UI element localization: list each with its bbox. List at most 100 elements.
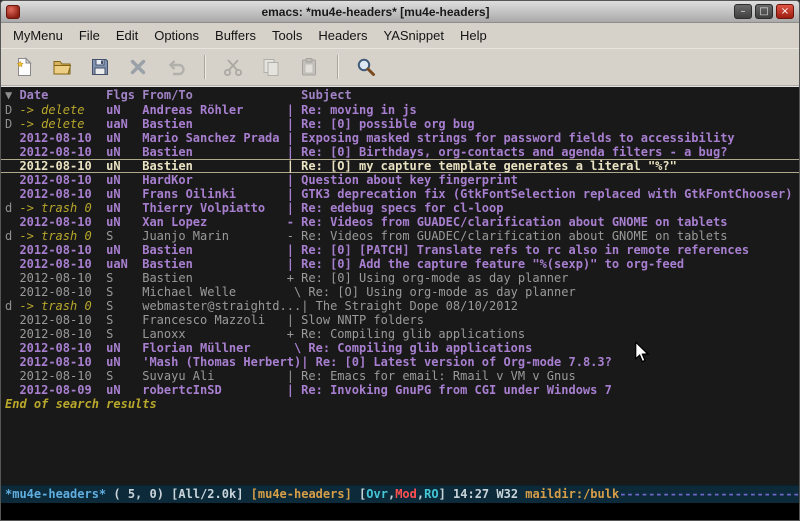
flags-cell: uN [106, 383, 142, 397]
from-cell: Xan Lopez [142, 215, 286, 229]
flags-cell: uN [106, 215, 142, 229]
open-folder-icon[interactable] [47, 52, 77, 82]
column-header-date[interactable]: Date [19, 87, 106, 103]
save-icon[interactable] [85, 52, 115, 82]
subject-cell: | Question about key fingerprint [287, 173, 518, 187]
menu-item-headers[interactable]: Headers [310, 25, 375, 46]
message-row[interactable]: D-> deleteuNAndreas Röhler| Re: moving i… [1, 103, 799, 117]
search-icon[interactable] [351, 52, 381, 82]
message-row[interactable]: d-> trash 0SJuanjo Marin- Re: Videos fro… [1, 229, 799, 243]
mark-cell [5, 131, 19, 145]
mark-cell: d [5, 201, 19, 215]
subject-cell: \ Re: Compiling glib applications [287, 341, 533, 355]
close-button[interactable]: × [776, 4, 794, 19]
mark-cell [5, 257, 19, 271]
date-cell: 2012-08-10 [19, 341, 106, 355]
date-cell: 2012-08-10 [19, 327, 106, 341]
modeline-segment: maildir:/bulk [525, 487, 619, 501]
message-row[interactable]: 2012-08-10SBastien+ Re: [0] Using org-mo… [1, 271, 799, 285]
message-row[interactable]: 2012-08-10uNFrans Oilinki| GTK3 deprecat… [1, 187, 799, 201]
menu-item-tools[interactable]: Tools [264, 25, 310, 46]
subject-cell: | Re: [0] Add the capture feature "%(sex… [287, 257, 684, 271]
from-cell: Suvayu Ali [142, 369, 286, 383]
message-row[interactable]: 2012-08-10uN'Mash (Thomas Herbert)| Re: … [1, 355, 799, 369]
from-cell: HardKor [142, 173, 286, 187]
from-cell: Frans Oilinki [142, 187, 286, 201]
subject-cell: | Re: Invoking GnuPG from CGI under Wind… [287, 383, 612, 397]
new-file-icon[interactable] [9, 52, 39, 82]
message-row[interactable]: 2012-08-10SSuvayu Ali| Re: Emacs for ema… [1, 369, 799, 383]
subject-cell: | Re: moving in js [287, 103, 417, 117]
titlebar[interactable]: emacs: *mu4e-headers* [mu4e-headers] –□× [1, 1, 799, 23]
message-row[interactable]: 2012-08-10uNXan Lopez- Re: Videos from G… [1, 215, 799, 229]
modeline-segment: ] [439, 487, 453, 501]
mark-cell [5, 313, 19, 327]
menu-item-edit[interactable]: Edit [108, 25, 146, 46]
message-row[interactable]: 2012-08-10uNHardKor| Question about key … [1, 173, 799, 187]
echo-area[interactable] [1, 503, 799, 520]
column-header-subject[interactable]: Subject [287, 87, 352, 103]
message-row[interactable]: d-> trash 0uNThierry Volpiatto| Re: edeb… [1, 201, 799, 215]
from-cell: Lanoxx [142, 327, 286, 341]
close-buffer-icon[interactable] [123, 52, 153, 82]
sort-indicator-icon[interactable]: ▼ [5, 87, 19, 103]
flags-cell: S [106, 285, 142, 299]
modeline-segment: Mod [395, 487, 417, 501]
mark-cell [5, 369, 19, 383]
window-controls: –□× [731, 4, 794, 19]
menu-item-file[interactable]: File [71, 25, 108, 46]
subject-cell: | The Straight Dope 08/10/2012 [301, 299, 518, 313]
subject-cell: | Slow NNTP folders [287, 313, 424, 327]
message-row[interactable]: 2012-08-10uNBastien| Re: [0] [PATCH] Tra… [1, 243, 799, 257]
column-header-flags[interactable]: Flgs [106, 87, 142, 103]
date-cell: 2012-08-09 [19, 383, 106, 397]
modeline[interactable]: *mu4e-headers* ( 5, 0) [All/2.0k] [mu4e-… [1, 485, 799, 503]
menu-item-yasnippet[interactable]: YASnippet [375, 25, 451, 46]
subject-cell: | Re: [0] Birthdays, org-contacts and ag… [287, 145, 728, 159]
date-cell: -> delete [19, 117, 106, 131]
from-cell: Michael Welle [142, 285, 286, 299]
mark-cell [5, 341, 19, 355]
message-list: D-> deleteuNAndreas Röhler| Re: moving i… [1, 103, 799, 397]
mark-cell [5, 285, 19, 299]
message-row[interactable]: 2012-08-10SFrancesco Mazzoli| Slow NNTP … [1, 313, 799, 327]
date-cell: 2012-08-10 [19, 160, 106, 172]
message-row[interactable]: 2012-08-10uNMario Sanchez Prada| Exposin… [1, 131, 799, 145]
message-row[interactable]: D-> deleteuaNBastien| Re: [0] possible o… [1, 117, 799, 131]
menu-item-help[interactable]: Help [452, 25, 495, 46]
message-row[interactable]: 2012-08-10uNBastien| Re: [O] my capture … [1, 159, 799, 173]
column-header-from[interactable]: From/To [142, 87, 286, 103]
flags-cell: uN [106, 173, 142, 187]
mark-cell [5, 187, 19, 201]
subject-cell: + Re: [0] Using org-mode as day planner [287, 271, 569, 285]
from-cell: Bastien [142, 257, 286, 271]
subject-cell: + Re: Compiling glib applications [287, 327, 525, 341]
end-of-results-text: End of search results [1, 397, 799, 411]
mu4e-headers-buffer: ▼ Date Flgs From/To Subject D-> deleteuN… [1, 86, 799, 485]
menu-item-options[interactable]: Options [146, 25, 207, 46]
cut-icon [218, 52, 248, 82]
menu-item-mymenu[interactable]: MyMenu [5, 25, 71, 46]
flags-cell: S [106, 229, 142, 243]
from-cell: Florian Müllner [142, 341, 286, 355]
message-row[interactable]: 2012-08-10SLanoxx+ Re: Compiling glib ap… [1, 327, 799, 341]
menu-item-buffers[interactable]: Buffers [207, 25, 264, 46]
date-cell: 2012-08-10 [19, 131, 106, 145]
minimize-button[interactable]: – [734, 4, 752, 19]
message-row[interactable]: 2012-08-09uNrobertcInSD| Re: Invoking Gn… [1, 383, 799, 397]
modeline-segment: Ovr [366, 487, 388, 501]
mark-cell [5, 383, 19, 397]
from-cell: Bastien [142, 160, 286, 172]
from-cell: 'Mash (Thomas Herbert) [142, 355, 301, 369]
message-row[interactable]: 2012-08-10uNFlorian Müllner \ Re: Compil… [1, 341, 799, 355]
message-row[interactable]: 2012-08-10uNBastien| Re: [0] Birthdays, … [1, 145, 799, 159]
from-cell: webmaster@straightd... [142, 299, 301, 313]
modeline-segment: 14:27 W32 [453, 487, 525, 501]
message-row[interactable]: d-> trash 0Swebmaster@straightd...| The … [1, 299, 799, 313]
message-row[interactable]: 2012-08-10SMichael Welle \ Re: [O] Using… [1, 285, 799, 299]
maximize-button[interactable]: □ [755, 4, 773, 19]
flags-cell: S [106, 313, 142, 327]
headers-header-line: ▼ Date Flgs From/To Subject [1, 87, 799, 103]
message-row[interactable]: 2012-08-10uaNBastien| Re: [0] Add the ca… [1, 257, 799, 271]
from-cell: Thierry Volpiatto [142, 201, 286, 215]
